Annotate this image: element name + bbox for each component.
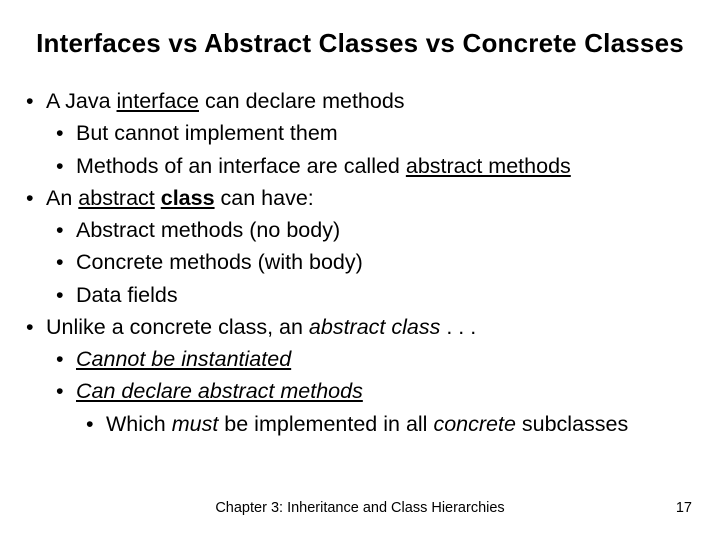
- bullet-2-1: Abstract methods (no body): [46, 214, 700, 246]
- text: An: [46, 186, 78, 210]
- underline-abstract-methods: abstract methods: [406, 154, 571, 178]
- text: be implemented in all: [218, 412, 433, 436]
- slide-title: Interfaces vs Abstract Classes vs Concre…: [14, 28, 706, 59]
- slide: Interfaces vs Abstract Classes vs Concre…: [0, 0, 720, 540]
- italic-abstract-class: abstract class: [309, 315, 440, 339]
- italic-concrete: concrete: [433, 412, 515, 436]
- underline-abstract: abstract: [78, 186, 154, 210]
- bullet-3-2: Can declare abstract methods Which must …: [46, 375, 700, 440]
- bullet-3-1: Cannot be instantiated: [46, 343, 700, 375]
- bullet-2: An abstract class can have: Abstract met…: [20, 182, 700, 311]
- footer-text: Chapter 3: Inheritance and Class Hierarc…: [0, 500, 720, 516]
- text: Which: [106, 412, 172, 436]
- italic-must: must: [172, 412, 219, 436]
- underline-declare-abstract: Can declare abstract methods: [76, 379, 363, 403]
- bullet-1-2: Methods of an interface are called abstr…: [46, 150, 700, 182]
- text: Methods of an interface are called: [76, 154, 406, 178]
- bullet-2-2: Concrete methods (with body): [46, 246, 700, 278]
- text: Unlike a concrete class, an: [46, 315, 309, 339]
- underline-class: class: [161, 186, 215, 210]
- text: can have:: [215, 186, 314, 210]
- bullet-2-3: Data fields: [46, 279, 700, 311]
- text: . . .: [440, 315, 476, 339]
- underline-cannot-instantiate: Cannot be instantiated: [76, 347, 291, 371]
- bullet-1: A Java interface can declare methods But…: [20, 85, 700, 182]
- footer: Chapter 3: Inheritance and Class Hierarc…: [0, 500, 720, 516]
- text: A Java: [46, 89, 117, 113]
- bullet-3-2-1: Which must be implemented in all concret…: [76, 408, 700, 440]
- bullet-list: A Java interface can declare methods But…: [14, 85, 706, 440]
- bullet-3: Unlike a concrete class, an abstract cla…: [20, 311, 700, 440]
- page-number: 17: [676, 500, 692, 516]
- text: can declare methods: [199, 89, 405, 113]
- underline-interface: interface: [117, 89, 199, 113]
- bullet-1-1: But cannot implement them: [46, 117, 700, 149]
- text: subclasses: [516, 412, 628, 436]
